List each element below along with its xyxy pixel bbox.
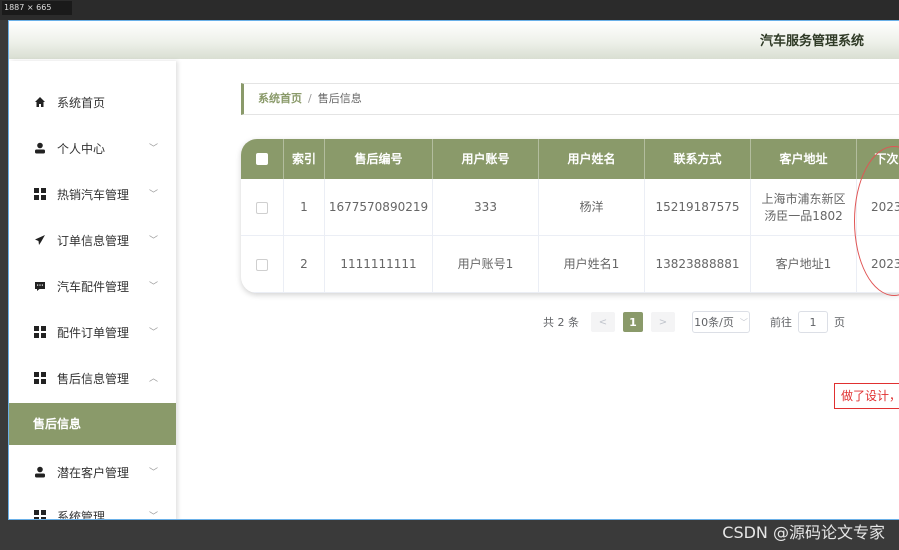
goto-page-input[interactable]: 1 [798,311,828,333]
sidebar-item-after-sales[interactable]: 售后信息管理 ︿ [9,355,176,401]
chevron-down-icon: ﹀ [148,144,158,154]
cell-address: 客户地址1 [751,236,857,293]
sidebar-item-label: 系统管理 [57,509,106,520]
pagination: 共 2 条 < 1 > 10条/页 ﹀ 前往 1 页 [543,311,845,333]
table-row[interactable]: 1 1677570890219 333 杨洋 15219187575 上海市浦东… [241,179,899,236]
sidebar-item-label: 个人中心 [57,141,106,156]
breadcrumb-home[interactable]: 系统首页 [258,92,302,105]
watermark: CSDN @源码论文专家 [722,523,885,542]
column-header-name[interactable]: 用户姓名 [539,139,645,179]
cell-address-line1: 上海市浦东新区 [761,191,846,206]
table-header: 索引 售后编号 用户账号 用户姓名 联系方式 客户地址 下次 [241,139,899,179]
sidebar-item-label: 潜在客户管理 [57,465,130,480]
sidebar-item-label: 汽车配件管理 [57,279,130,294]
sidebar-item-hot-cars[interactable]: 热销汽车管理 ﹀ [9,171,176,217]
prev-page-button[interactable]: < [591,312,615,332]
home-icon [33,95,47,109]
select-all-checkbox[interactable] [241,139,284,179]
breadcrumb-current: 售后信息 [317,92,362,105]
chevron-up-icon: ︿ [148,374,158,384]
sidebar-item-label: 热销汽车管理 [57,187,130,202]
sidebar-item-orders[interactable]: 订单信息管理 ﹀ [9,217,176,263]
sidebar-subitem-after-sales-info[interactable]: 售后信息 [9,403,176,445]
sidebar-item-label: 系统首页 [57,95,106,110]
sidebar-item-label: 售后信息管理 [57,371,130,386]
column-header-after-sale-no[interactable]: 售后编号 [325,139,433,179]
cell-name: 用户姓名1 [539,236,645,293]
grid-icon [33,371,47,385]
column-header-index[interactable]: 索引 [284,139,325,179]
cell-index: 2 [284,236,325,293]
pagination-total: 共 2 条 [543,316,579,329]
row-checkbox[interactable] [241,179,284,236]
cell-address: 上海市浦东新区 汤臣一品1802 [751,179,857,236]
page-size-select[interactable]: 10条/页 ﹀ [692,311,750,333]
annotation-note: 做了设计， [834,383,899,409]
message-icon [33,279,47,293]
user-icon [33,465,47,479]
chevron-down-icon: ﹀ [148,190,158,200]
grid-icon [33,509,47,519]
chevron-down-icon: ﹀ [148,236,158,246]
page-suffix: 页 [834,316,845,329]
grid-icon [33,325,47,339]
sidebar-item-potential-customers[interactable]: 潜在客户管理 ﹀ [9,449,176,495]
cell-phone: 13823888881 [645,236,751,293]
cell-phone: 15219187575 [645,179,751,236]
cell-account: 用户账号1 [433,236,539,293]
send-icon [33,233,47,247]
page-size-value: 10条/页 [694,316,734,329]
after-sales-table: 索引 售后编号 用户账号 用户姓名 联系方式 客户地址 下次 1 1677570… [241,139,899,293]
sidebar-item-label: 订单信息管理 [57,233,130,248]
table-row[interactable]: 2 1111111111 用户账号1 用户姓名1 13823888881 客户地… [241,236,899,293]
sidebar-item-home[interactable]: 系统首页 [9,79,176,125]
column-header-account[interactable]: 用户账号 [433,139,539,179]
page-number-current[interactable]: 1 [623,312,643,332]
chevron-down-icon: ﹀ [148,468,158,478]
app-title: 汽车服务管理系统 [759,34,864,49]
goto-label: 前往 [770,316,792,329]
grid-icon [33,187,47,201]
chevron-down-icon: ﹀ [148,328,158,338]
cell-after-sale-no: 1677570890219 [325,179,433,236]
chevron-down-icon: ﹀ [739,317,748,327]
dimensions-label: 1887 × 665 [2,1,72,15]
sidebar-item-label: 配件订单管理 [57,325,130,340]
column-header-address[interactable]: 客户地址 [751,139,857,179]
sidebar: 系统首页 个人中心 ﹀ 热销汽车管理 ﹀ 订单信息管理 ﹀ 汽车配件管理 ﹀ 配… [9,61,176,520]
sidebar-item-car-parts[interactable]: 汽车配件管理 ﹀ [9,263,176,309]
next-page-button[interactable]: > [651,312,675,332]
cell-address-line2: 汤臣一品1802 [764,208,843,223]
sidebar-item-parts-orders[interactable]: 配件订单管理 ﹀ [9,309,176,355]
cell-after-sale-no: 1111111111 [325,236,433,293]
breadcrumb-separator: / [308,92,312,105]
sidebar-item-profile[interactable]: 个人中心 ﹀ [9,125,176,171]
user-icon [33,141,47,155]
row-checkbox[interactable] [241,236,284,293]
app-canvas: 汽车服务管理系统 系统首页 个人中心 ﹀ 热销汽车管理 ﹀ 订单信息管理 ﹀ 汽… [8,20,899,520]
chevron-down-icon: ﹀ [148,282,158,292]
breadcrumb: 系统首页 / 售后信息 [241,83,899,115]
sidebar-item-system[interactable]: 系统管理 ﹀ [9,493,176,520]
top-strip: 1887 × 665 [0,0,899,20]
column-header-phone[interactable]: 联系方式 [645,139,751,179]
chevron-down-icon: ﹀ [148,512,158,520]
cell-index: 1 [284,179,325,236]
app-header: 汽车服务管理系统 [9,21,899,59]
cell-account: 333 [433,179,539,236]
cell-name: 杨洋 [539,179,645,236]
